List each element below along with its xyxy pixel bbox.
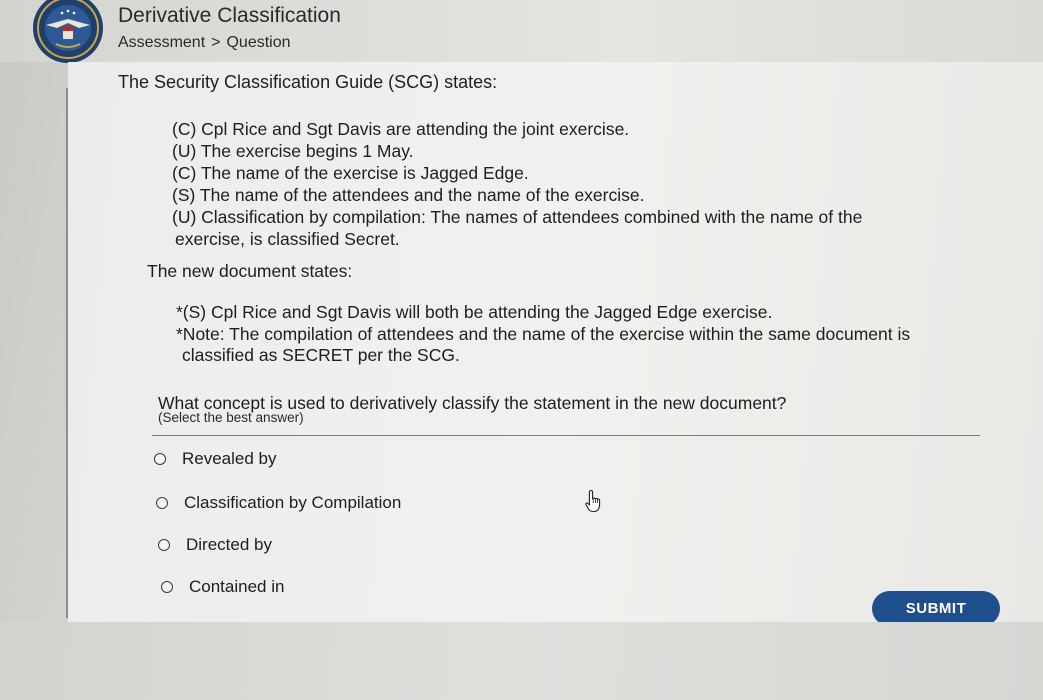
radio-button[interactable]	[161, 581, 173, 593]
scg-line: (U) Classification by compilation: The n…	[172, 207, 863, 227]
question-hint: (Select the best answer)	[158, 410, 304, 425]
scg-intro: The Security Classification Guide (SCG) …	[118, 72, 498, 92]
new-document-heading: The new document states:	[147, 261, 353, 281]
breadcrumb-assessment[interactable]: Assessment	[118, 34, 205, 51]
radio-button[interactable]	[158, 539, 170, 551]
radio-button[interactable]	[154, 453, 166, 465]
scg-line: (C) Cpl Rice and Sgt Davis are attending…	[172, 119, 630, 139]
scg-line: (U) The exercise begins 1 May.	[172, 141, 414, 161]
scg-line: (S) The name of the attendees and the na…	[172, 185, 645, 205]
answer-option-label[interactable]: Contained in	[189, 577, 284, 597]
answer-option-label[interactable]: Directed by	[186, 535, 272, 555]
breadcrumb: Assessment > Question	[118, 34, 291, 52]
breadcrumb-separator: >	[211, 34, 221, 51]
answer-option-label[interactable]: Revealed by	[182, 449, 277, 469]
breadcrumb-question: Question	[226, 34, 291, 51]
submit-button[interactable]: SUBMIT	[872, 591, 1000, 626]
new-document-line: *(S) Cpl Rice and Sgt Davis will both be…	[176, 302, 773, 322]
dod-seal-icon	[33, 0, 103, 63]
answer-option-directed-by[interactable]: Directed by	[158, 535, 272, 555]
answer-option-contained-in[interactable]: Contained in	[161, 577, 284, 597]
app-title: Derivative Classification	[118, 4, 341, 27]
scg-line: (C) The name of the exercise is Jagged E…	[172, 163, 529, 183]
scg-line: exercise, is classified Secret.	[175, 229, 400, 249]
radio-button[interactable]	[156, 497, 168, 509]
new-document-line: *Note: The compilation of attendees and …	[176, 324, 911, 344]
page-footer-area	[0, 622, 1043, 700]
answer-option-label[interactable]: Classification by Compilation	[184, 493, 401, 513]
panel-divider	[66, 88, 68, 618]
answer-option-classification-by-compilation[interactable]: Classification by Compilation	[156, 493, 401, 513]
answer-option-revealed-by[interactable]: Revealed by	[154, 449, 277, 469]
question-divider	[152, 435, 980, 436]
app-header: Derivative Classification Assessment > Que…	[0, 0, 1043, 63]
hand-pointer-icon	[585, 489, 601, 513]
new-document-line: classified as SECRET per the SCG.	[182, 345, 460, 365]
